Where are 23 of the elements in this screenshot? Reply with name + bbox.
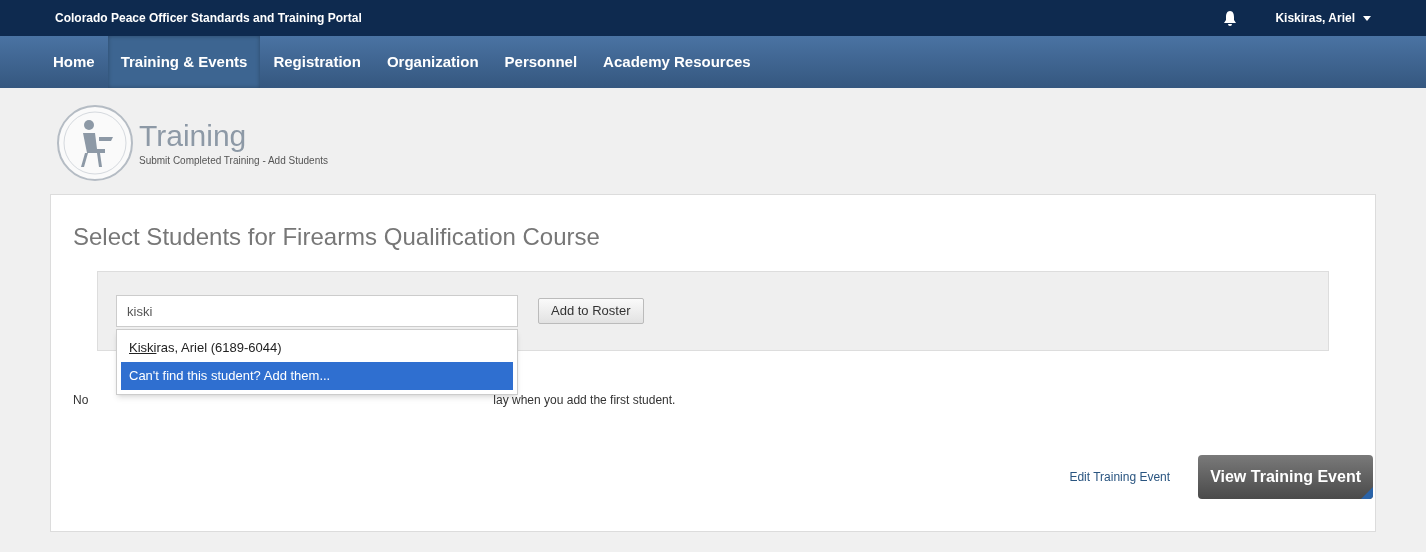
nav-tab[interactable]: Home [40,36,108,88]
notice-text: lay when you add the first student. [493,392,676,409]
nav-tab[interactable]: Organization [373,36,492,88]
nav-tab[interactable]: Training & Events [107,36,261,88]
person-at-desk-icon [55,103,135,183]
view-event-button[interactable]: View Training Event [1198,455,1373,499]
user-menu[interactable]: Kiskiras, Ariel [1275,9,1371,27]
suggestion-item[interactable]: Can't find this student? Add them... [121,362,513,390]
caret-icon [1363,15,1371,21]
notice-text: No [73,392,89,409]
corner-icon [1361,487,1373,499]
student-search-field[interactable]: kiski [116,295,518,327]
page-subtitle: Submit Completed Training - Add Students [139,153,328,168]
card-title: Select Students for Firearms Qualification Course [73,222,601,252]
bell-icon[interactable] [1223,10,1238,26]
nav-tab[interactable]: Personnel [491,36,591,88]
page-title: Training [139,118,248,153]
portal-title: Colorado Peace Officer Standards and Training Portal [55,10,362,27]
suggestion-item[interactable]: Kiskiras, Ariel (6189-6044) [121,334,513,362]
nav-tab[interactable]: Registration [260,36,374,88]
add-to-roster-button[interactable]: Add to Roster [538,298,644,324]
edit-event-link[interactable]: Edit Training Event [1069,468,1171,486]
nav-tab[interactable]: Academy Resources [590,36,764,88]
